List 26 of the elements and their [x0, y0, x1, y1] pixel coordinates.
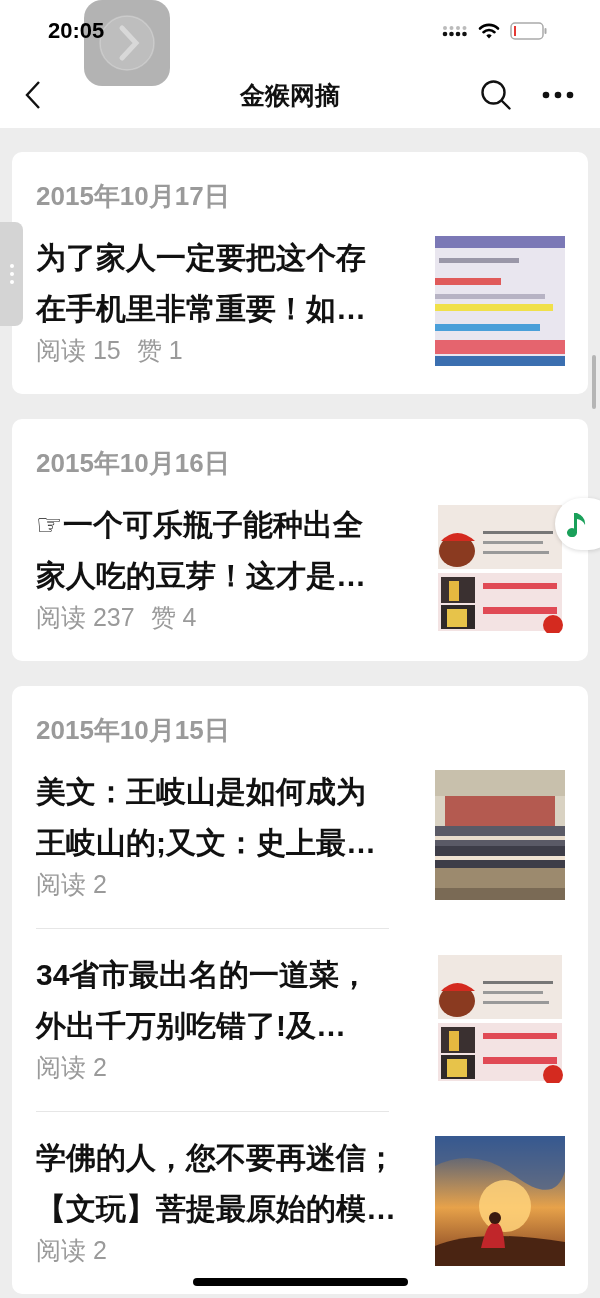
music-note-icon — [567, 511, 587, 537]
wifi-icon — [478, 22, 500, 40]
article-title[interactable]: 为了家人一定要把这个存 在手机里非常重要！如… — [36, 232, 435, 334]
date-heading: 2015年10月17日 — [36, 180, 231, 212]
date-heading: 2015年10月16日 — [36, 447, 231, 479]
back-icon[interactable] — [24, 80, 42, 110]
article-title[interactable]: ☞一个可乐瓶子能种出全 家人吃的豆芽！这才是… — [36, 499, 435, 601]
date-heading: 2015年10月15日 — [36, 714, 231, 746]
read-count: 阅读 2 — [36, 1052, 107, 1083]
article-title[interactable]: 美文：王岐山是如何成为 王岐山的;又文：史上最… — [36, 766, 435, 868]
read-count: 阅读 15 — [36, 335, 121, 366]
read-count: 阅读 237 — [36, 602, 135, 633]
article-title[interactable]: 34省市最出名的一道菜， 外出千万别吃错了!及… — [36, 949, 435, 1051]
like-count: 赞 1 — [136, 335, 183, 366]
read-count: 阅读 2 — [36, 1235, 107, 1266]
signal-icon — [442, 25, 468, 37]
battery-icon — [510, 22, 548, 40]
status-time: 20:05 — [48, 18, 105, 44]
scrollbar — [592, 355, 596, 409]
like-count: 赞 4 — [150, 602, 197, 633]
search-icon[interactable] — [480, 79, 512, 111]
read-count: 阅读 2 — [36, 869, 107, 900]
page-title: 金猴网摘 — [239, 79, 341, 112]
more-icon[interactable] — [542, 91, 574, 99]
side-handle[interactable] — [0, 222, 23, 326]
article-title[interactable]: 学佛的人，您不要再迷信； 【文玩】菩提最原始的模… — [36, 1132, 435, 1234]
